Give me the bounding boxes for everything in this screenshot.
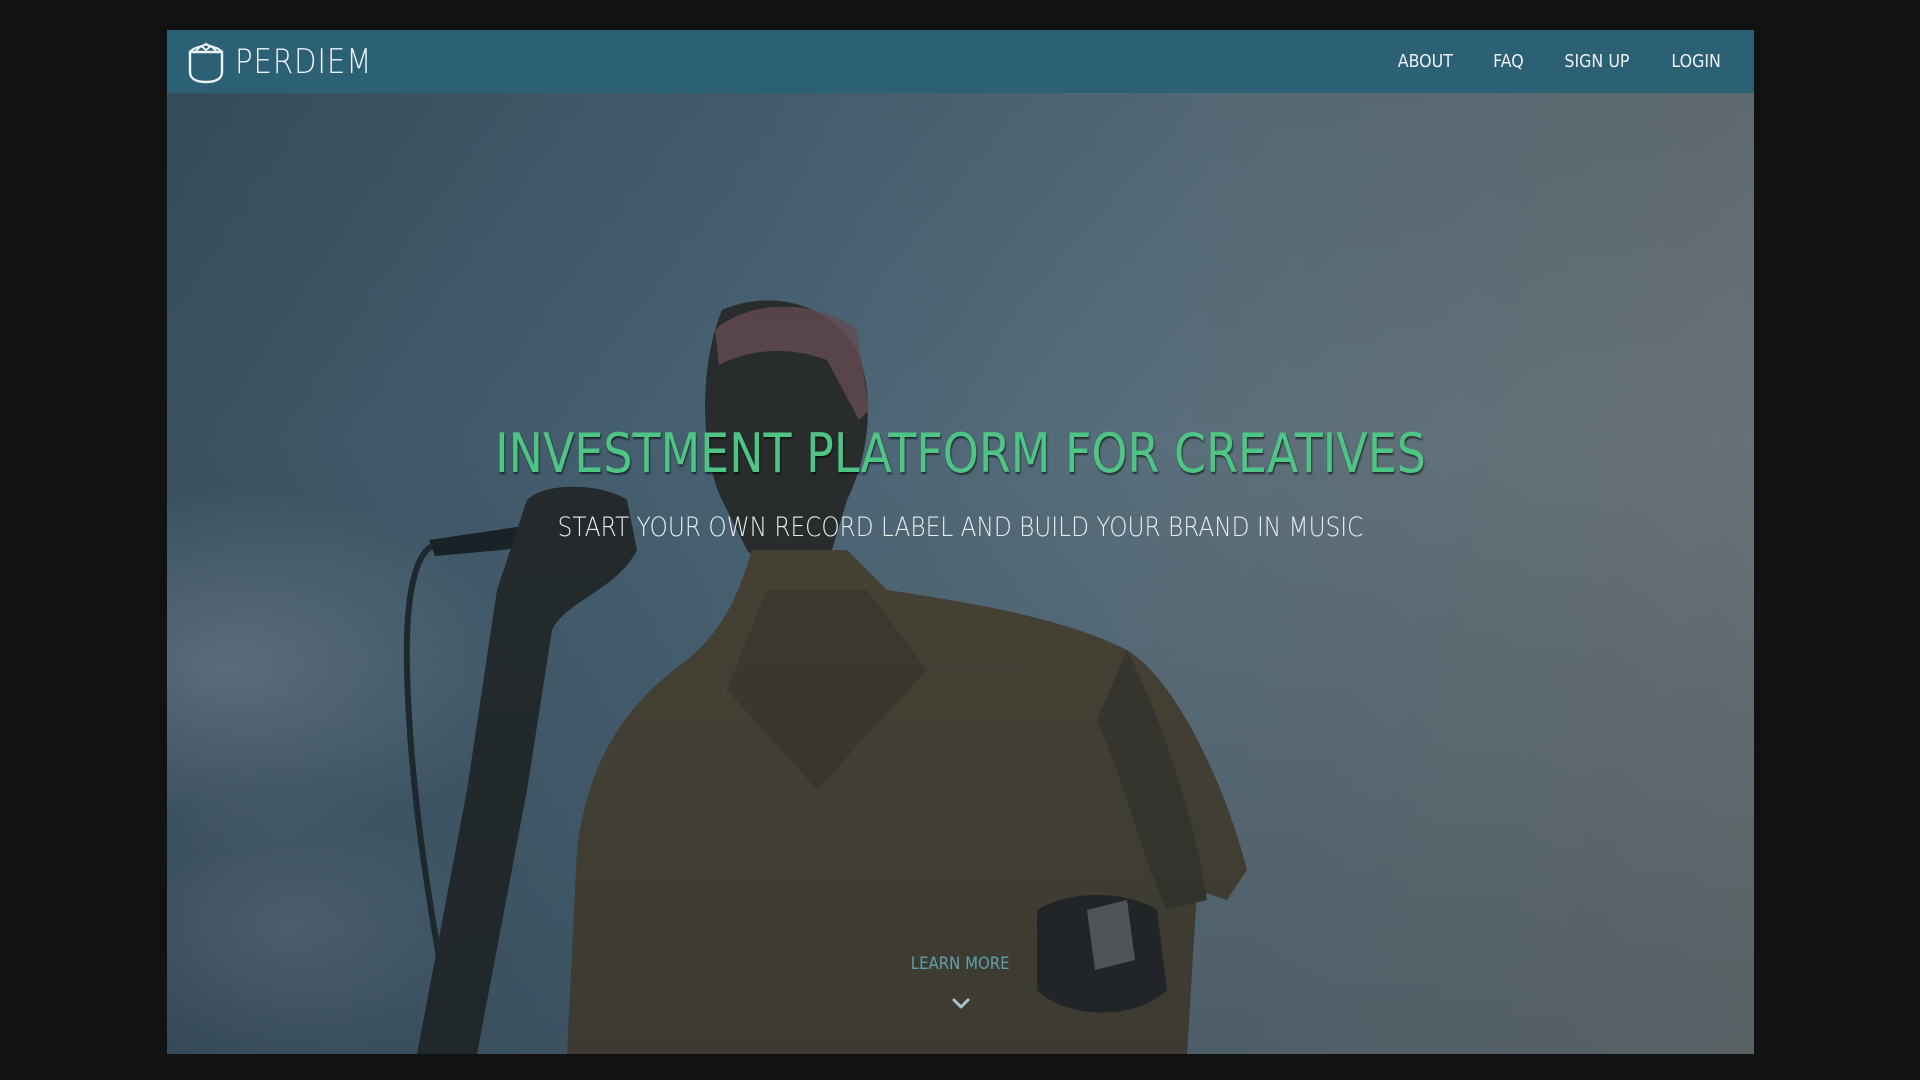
learn-more-section: LEARN MORE [167,954,1754,974]
page-frame: PERDIEM ABOUT FAQ SIGN UP LOGIN INVESTME… [167,30,1754,1054]
hero-headline: INVESTMENT PLATFORM FOR CREATIVES [495,422,1426,485]
brand-name: PERDIEM [235,42,373,82]
nav-signup-link[interactable]: SIGN UP [1564,51,1629,72]
nav-faq-link[interactable]: FAQ [1493,51,1524,72]
nav-about-link[interactable]: ABOUT [1398,51,1453,72]
learn-more-link[interactable]: LEARN MORE [911,954,1010,974]
navbar: PERDIEM ABOUT FAQ SIGN UP LOGIN [167,30,1754,93]
hero-subheadline: START YOUR OWN RECORD LABEL AND BUILD YO… [557,512,1364,543]
nav-login-link[interactable]: LOGIN [1671,51,1721,72]
brand-logo[interactable]: PERDIEM [187,40,395,84]
chevron-down-icon[interactable] [951,997,971,1011]
pocket-logo-icon [188,42,224,84]
nav-links: ABOUT FAQ SIGN UP LOGIN [1360,30,1724,93]
learn-more-chevron-wrap [167,996,1754,1015]
